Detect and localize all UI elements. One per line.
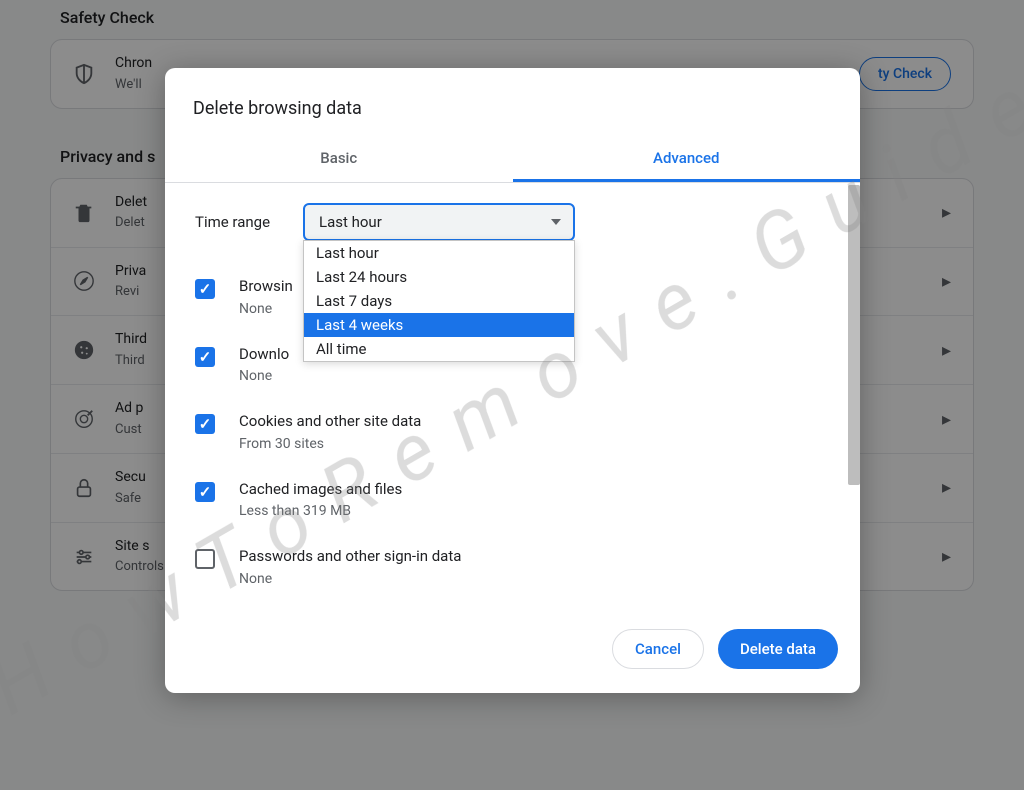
time-range-select[interactable]: Last hour xyxy=(303,203,575,241)
check-subtitle: None xyxy=(239,368,850,384)
time-range-label: Time range xyxy=(195,213,303,231)
check-title: Passwords and other sign-in data xyxy=(239,547,850,567)
check-subtitle: Less than 319 MB xyxy=(239,503,850,519)
checkbox-browsing-history[interactable] xyxy=(195,279,215,299)
checkbox-passwords[interactable] xyxy=(195,549,215,569)
check-subtitle: None xyxy=(239,571,850,587)
dialog-title: Delete browsing data xyxy=(165,68,860,137)
check-title: Cached images and files xyxy=(239,480,850,500)
check-subtitle: From 30 sites xyxy=(239,436,850,452)
tab-basic[interactable]: Basic xyxy=(165,137,513,182)
check-title: Cookies and other site data xyxy=(239,412,850,432)
checkbox-cookies[interactable] xyxy=(195,414,215,434)
check-row-cached[interactable]: Cached images and files Less than 319 MB xyxy=(195,472,850,540)
time-range-value: Last hour xyxy=(319,213,382,231)
delete-data-button[interactable]: Delete data xyxy=(718,629,838,669)
checkbox-cached[interactable] xyxy=(195,482,215,502)
check-row-autofill[interactable]: Autofill form data xyxy=(195,607,850,614)
check-row-passwords[interactable]: Passwords and other sign-in data None xyxy=(195,539,850,607)
check-row-cookies[interactable]: Cookies and other site data From 30 site… xyxy=(195,404,850,472)
dropdown-option-all-time[interactable]: All time xyxy=(304,337,574,361)
dropdown-option-last-24-hours[interactable]: Last 24 hours xyxy=(304,265,574,289)
caret-down-icon xyxy=(551,219,561,225)
tab-advanced[interactable]: Advanced xyxy=(513,137,861,182)
cancel-button[interactable]: Cancel xyxy=(612,629,704,669)
checkbox-download-history[interactable] xyxy=(195,347,215,367)
dropdown-option-last-7-days[interactable]: Last 7 days xyxy=(304,289,574,313)
delete-browsing-data-dialog: Delete browsing data Basic Advanced Time… xyxy=(165,68,860,693)
dialog-body: Time range Last hour Browsin None Downlo… xyxy=(165,183,860,613)
dialog-tabs: Basic Advanced xyxy=(165,137,860,183)
dropdown-option-last-4-weeks[interactable]: Last 4 weeks xyxy=(304,313,574,337)
time-range-dropdown: Last hour Last 24 hours Last 7 days Last… xyxy=(303,240,575,362)
scrollbar-thumb[interactable] xyxy=(848,185,860,485)
dropdown-option-last-hour[interactable]: Last hour xyxy=(304,241,574,265)
